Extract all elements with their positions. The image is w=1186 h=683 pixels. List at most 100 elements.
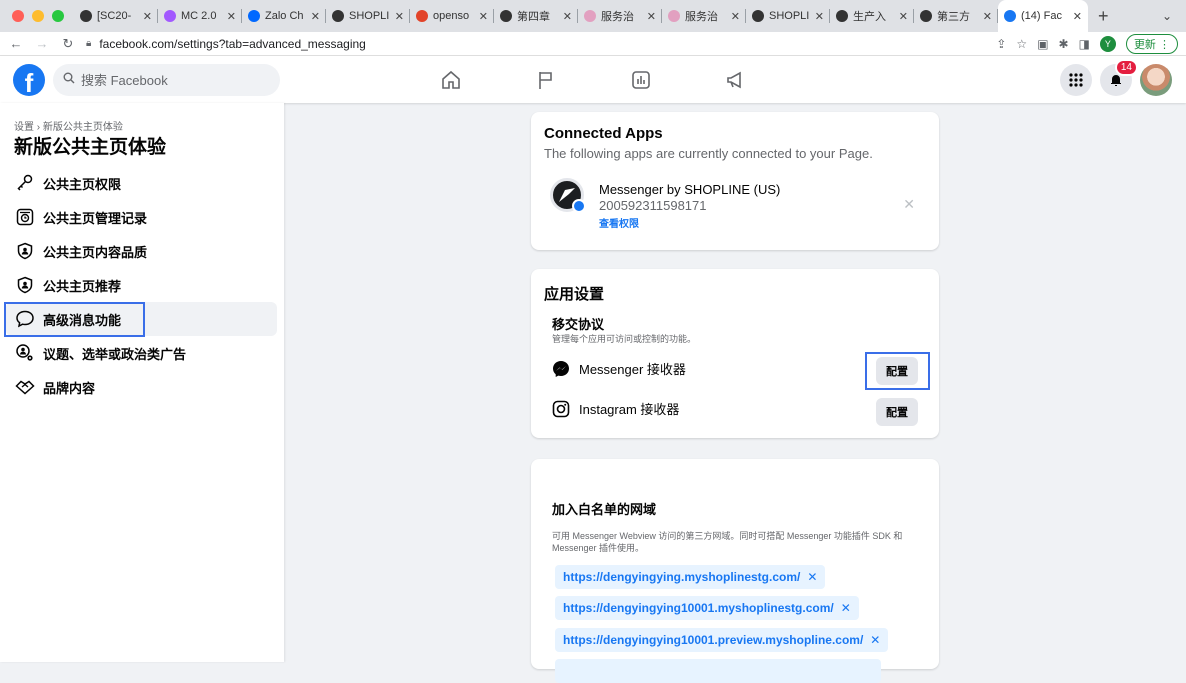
connected-apps-subtitle: The following apps are currently connect… [544,146,873,161]
browser-tab[interactable]: 第四章 ✕ [494,0,578,32]
browser-profile-avatar[interactable]: Y [1099,35,1116,52]
update-button[interactable]: 更新 ⋮ [1125,33,1178,54]
flag-icon[interactable] [535,66,630,94]
browser-tab[interactable]: MC 2.0 ✕ [158,0,242,32]
instagram-configure-button[interactable]: 配置 [876,398,918,426]
whitelist-title: 加入白名单的网域 [552,502,657,517]
browser-tab[interactable]: SHOPLI ✕ [746,0,830,32]
notifications-bell-icon[interactable]: 14 [1100,59,1138,96]
browser-tab[interactable]: [SC20- ✕ [74,0,158,32]
sidebar-item-political-ads[interactable]: 议题、选举或政治类广告 [6,336,277,370]
sidebar-item-label: 公共主页权限 [43,176,122,192]
browser-tab[interactable]: 第三方 ✕ [914,0,998,32]
tab-label: SHOPLI [769,10,810,22]
tab-close-icon[interactable]: ✕ [1073,10,1082,23]
tab-label: MC 2.0 [181,10,217,22]
tab-close-icon[interactable]: ✕ [311,10,320,23]
browser-tab[interactable]: 服务治 ✕ [578,0,662,32]
menu-grid-icon[interactable] [1060,64,1092,96]
domain-chip [555,659,881,683]
tab-close-icon[interactable]: ✕ [983,10,992,23]
megaphone-icon[interactable] [725,66,820,94]
url-text: facebook.com/settings?tab=advanced_messa… [99,36,366,51]
tab-close-icon[interactable]: ✕ [563,10,572,23]
messenger-badge-icon [572,199,586,213]
favicon-icon [500,10,512,22]
address-bar[interactable]: 🔒︎ facebook.com/settings?tab=advanced_me… [86,37,366,51]
connected-apps-title: Connected Apps [544,125,663,142]
tab-close-icon[interactable]: ✕ [479,10,488,23]
app-name: Messenger by SHOPLINE (US) [599,182,781,197]
domain-text: https://dengyingying10001.myshoplinestg.… [563,601,834,615]
bookmark-star-icon[interactable]: ☆ [1016,37,1027,51]
search-input[interactable]: 搜索 Facebook [53,63,280,96]
handover-protocol-desc: 管理每个应用可访问或控制的功能。 [552,334,697,344]
facebook-header: f 搜索 Facebook 14 [0,56,1186,103]
tab-search-button[interactable]: ⌄ [1162,9,1172,23]
tab-close-icon[interactable]: ✕ [143,10,152,23]
profile-avatar[interactable] [1140,64,1172,96]
close-window-button[interactable] [12,10,24,22]
sidebar-item-branded-content[interactable]: 品牌内容 [6,370,277,404]
maximize-window-button[interactable] [52,10,64,22]
favicon-icon [332,10,344,22]
browser-tab[interactable]: 生产入 ✕ [830,0,914,32]
browser-toolbar: ← → ↻ 🔒︎ facebook.com/settings?tab=advan… [0,32,1186,56]
favicon-icon [80,10,92,22]
puzzle-icon[interactable]: ✱ [1059,37,1069,51]
tab-close-icon[interactable]: ✕ [227,10,236,23]
instagram-receiver-row: Instagram 接收器 [552,399,679,418]
side-panel-icon[interactable]: ◨ [1079,37,1090,51]
messenger-receiver-row: Messenger 接收器 [552,359,686,378]
search-placeholder: 搜索 Facebook [81,73,168,88]
remove-domain-close-icon[interactable]: ✕ [870,633,880,647]
back-button[interactable]: ← [6,36,26,51]
browser-actions: ⇪ ☆ ▣ ✱ ◨ Y 更新 ⋮ [996,33,1178,54]
sidebar-item-content-quality[interactable]: 公共主页内容品质 [6,234,277,268]
forward-button[interactable]: → [32,36,52,51]
facebook-logo-icon[interactable]: f [13,63,45,96]
tab-close-icon[interactable]: ✕ [731,10,740,23]
browser-tab-active[interactable]: (14) Fac ✕ [998,0,1088,32]
remove-domain-close-icon[interactable]: ✕ [841,601,851,615]
tab-label: Zalo Ch [265,10,304,22]
favicon-icon [836,10,848,22]
browser-tab[interactable]: 服务治 ✕ [662,0,746,32]
favicon-icon [668,10,680,22]
shield-icon [14,242,36,260]
home-icon[interactable] [440,66,535,94]
browser-tab[interactable]: Zalo Ch ✕ [242,0,326,32]
tab-close-icon[interactable]: ✕ [647,10,656,23]
insights-icon[interactable] [630,66,725,94]
minimize-window-button[interactable] [32,10,44,22]
new-tab-button[interactable]: + [1098,6,1118,27]
tab-label: 第四章 [517,11,550,23]
remove-app-close-icon[interactable]: ✕ [903,196,915,213]
extension-icon[interactable]: ▣ [1037,37,1048,51]
domain-text: https://dengyingying.myshoplinestg.com/ [563,570,801,584]
browser-tab[interactable]: openso ✕ [410,0,494,32]
sidebar-item-label: 公共主页管理记录 [43,210,148,226]
favicon-icon [416,10,428,22]
tab-close-icon[interactable]: ✕ [395,10,404,23]
instagram-icon [552,400,570,418]
sidebar-item-management-history[interactable]: 公共主页管理记录 [6,200,277,234]
view-permissions-link[interactable]: 查看权限 [599,215,639,230]
tab-close-icon[interactable]: ✕ [815,10,824,23]
sidebar-item-recommendations[interactable]: 公共主页推荐 [6,268,277,302]
domain-text: https://dengyingying10001.preview.myshop… [563,633,864,647]
sidebar-item-label: 公共主页推荐 [43,278,122,294]
app-id: 200592311598171 [599,198,707,213]
sidebar-menu: 公共主页权限 公共主页管理记录 公共主页内容品质 公共主页推荐 高级消息功能 议… [6,166,277,404]
breadcrumb[interactable]: 设置 › 新版公共主页体验 [14,118,123,133]
favicon-icon [164,10,176,22]
remove-domain-close-icon[interactable]: ✕ [807,570,817,584]
sidebar-item-page-permissions[interactable]: 公共主页权限 [6,166,277,200]
sidebar-item-label: 品牌内容 [43,380,96,396]
browser-tab[interactable]: SHOPLI ✕ [326,0,410,32]
tab-close-icon[interactable]: ✕ [899,10,908,23]
reload-button[interactable]: ↻ [58,36,78,52]
messenger-receiver-label: Messenger 接收器 [579,362,686,377]
messenger-icon [552,360,570,378]
share-icon[interactable]: ⇪ [996,37,1006,51]
